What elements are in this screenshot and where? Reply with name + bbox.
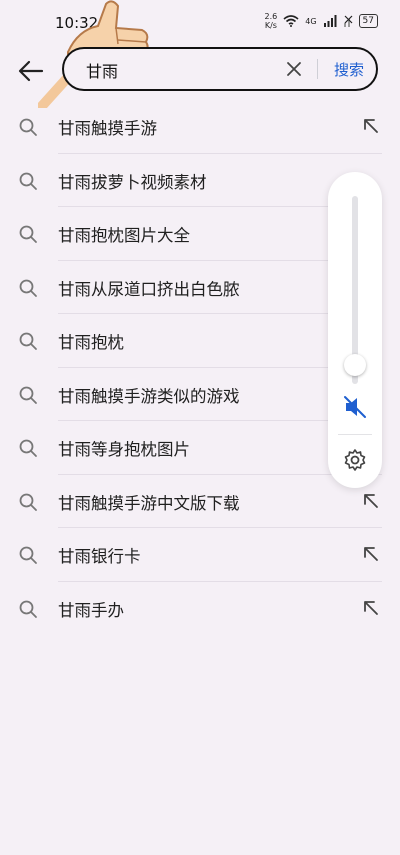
suggestion-text: 甘雨抱枕 xyxy=(58,333,124,352)
list-item[interactable]: 甘雨银行卡 xyxy=(0,528,400,582)
search-input[interactable] xyxy=(84,59,278,80)
volume-slider-thumb[interactable] xyxy=(344,354,366,377)
close-icon[interactable] xyxy=(284,59,304,79)
search-icon xyxy=(19,546,37,564)
suggestion-text: 甘雨手办 xyxy=(58,600,124,620)
battery-indicator: 57 xyxy=(358,14,378,28)
search-icon xyxy=(19,386,37,404)
search-icon xyxy=(19,172,37,190)
signal-off-icon xyxy=(343,15,352,27)
search-icon xyxy=(19,279,37,297)
arrow-up-left-icon[interactable] xyxy=(362,117,380,135)
search-icon xyxy=(19,332,37,350)
search-icon xyxy=(19,493,37,511)
search-row: 搜索 xyxy=(0,44,400,98)
list-item[interactable]: 甘雨触摸手游 xyxy=(0,100,400,154)
arrow-up-left-icon[interactable] xyxy=(362,492,380,510)
search-divider xyxy=(317,59,318,79)
network-speed: 2.6 K/s xyxy=(265,12,278,30)
suggestion-text: 甘雨银行卡 xyxy=(58,547,141,566)
search-button[interactable]: 搜索 xyxy=(334,59,364,80)
suggestion-text: 甘雨抱枕图片大全 xyxy=(58,226,190,245)
search-icon xyxy=(19,225,37,243)
arrow-up-left-icon[interactable] xyxy=(362,599,380,617)
gear-icon[interactable] xyxy=(343,448,367,472)
search-box[interactable]: 搜索 xyxy=(62,47,378,91)
suggestion-text: 甘雨拔萝卜视频素材 xyxy=(58,172,207,192)
volume-panel xyxy=(328,172,382,488)
back-button[interactable] xyxy=(14,54,48,88)
volume-divider xyxy=(338,434,372,435)
suggestion-text: 甘雨触摸手游类似的游戏 xyxy=(58,386,240,406)
search-icon xyxy=(19,600,37,618)
suggestion-text: 甘雨等身抱枕图片 xyxy=(58,440,190,459)
suggestion-text: 甘雨从尿道口挤出白色脓 xyxy=(58,279,240,299)
search-icon xyxy=(19,118,37,136)
network-speed-unit: K/s xyxy=(264,21,277,30)
network-type: 4G xyxy=(305,16,317,26)
speaker-muted-icon[interactable] xyxy=(342,394,368,420)
suggestion-text: 甘雨触摸手游中文版下载 xyxy=(58,493,240,513)
network-speed-value: 2.6 xyxy=(264,12,278,21)
wifi-icon xyxy=(283,15,299,27)
status-icons: 2.6 K/s 4G 57 xyxy=(265,12,378,30)
arrow-up-left-icon[interactable] xyxy=(362,545,380,563)
signal-icon xyxy=(323,15,337,27)
search-icon xyxy=(19,439,37,457)
suggestion-text: 甘雨触摸手游 xyxy=(58,119,157,138)
list-item[interactable]: 甘雨手办 xyxy=(0,582,400,636)
